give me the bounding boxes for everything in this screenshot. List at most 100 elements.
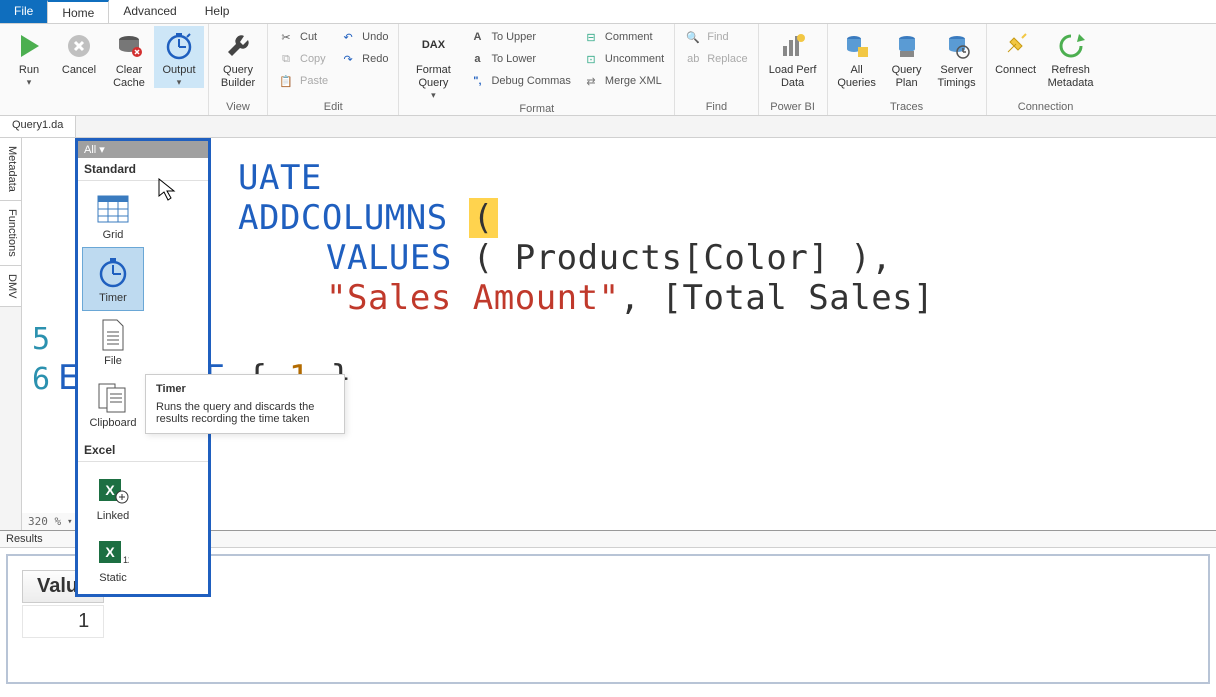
menu-help[interactable]: Help <box>191 0 244 23</box>
run-button[interactable]: Run ▾ <box>4 26 54 88</box>
menu-bar: File Home Advanced Help <box>0 0 1216 24</box>
editor-tab-query1[interactable]: Query1.da <box>0 116 76 137</box>
query-builder-button[interactable]: Query Builder <box>213 26 263 90</box>
comment-button[interactable]: ⊟Comment <box>577 26 670 48</box>
code-token: "Sales Amount" <box>326 278 620 318</box>
undo-button[interactable]: ↶Undo <box>334 26 394 48</box>
comma-icon: "‚ <box>469 73 485 89</box>
replace-icon: ab <box>685 51 701 67</box>
side-tab-functions[interactable]: Functions <box>0 201 21 266</box>
excel-static-icon: X 123 <box>95 534 131 570</box>
to-upper-button[interactable]: ATo Upper <box>463 26 576 48</box>
paste-button[interactable]: 📋Paste <box>272 70 334 92</box>
cut-icon: ✂ <box>278 29 294 45</box>
menu-file[interactable]: File <box>0 0 47 23</box>
zoom-dropdown-icon[interactable]: ▾ <box>67 517 72 527</box>
ribbon-group-edit: ✂Cut ⧉Copy 📋Paste ↶Undo ↷Redo Edit <box>268 24 399 115</box>
results-cell[interactable]: 1 <box>22 605 104 638</box>
dropdown-item-grid[interactable]: Grid <box>82 185 144 247</box>
all-queries-button[interactable]: All Queries <box>832 26 882 90</box>
merge-xml-button[interactable]: ⇄Merge XML <box>577 70 670 92</box>
dropdown-item-static[interactable]: X123 Static <box>82 528 144 590</box>
query-plan-label: Query Plan <box>892 64 922 90</box>
dropdown-item-timer[interactable]: Timer <box>82 247 144 311</box>
redo-button[interactable]: ↷Redo <box>334 48 394 70</box>
dropdown-item-clipboard[interactable]: Clipboard <box>82 373 144 435</box>
dropdown-section-excel: Excel <box>78 439 208 462</box>
output-dropdown-panel: All ▾ Standard Grid Timer File Clipboard… <box>75 138 211 597</box>
find-button[interactable]: 🔍Find <box>679 26 753 48</box>
ribbon-group-powerbi: Load Perf Data Power BI <box>759 24 828 115</box>
ribbon: Run ▾ Cancel Clear Cache Output <box>0 24 1216 116</box>
upper-icon: A <box>469 29 485 45</box>
clear-cache-label: Clear Cache <box>113 64 145 90</box>
connect-icon <box>1000 30 1032 62</box>
wrench-icon <box>222 30 254 62</box>
line-number: 5 <box>22 322 58 357</box>
dropdown-all-header[interactable]: All ▾ <box>78 141 208 158</box>
grid-icon <box>95 191 131 227</box>
all-queries-label: All Queries <box>837 64 876 90</box>
connection-group-label: Connection <box>991 99 1101 115</box>
highlighted-paren: ( <box>469 198 498 238</box>
svg-text:123: 123 <box>123 555 129 565</box>
ribbon-group-run: Run ▾ Cancel Clear Cache Output <box>0 24 209 115</box>
menu-home[interactable]: Home <box>47 0 109 23</box>
dropdown-item-file[interactable]: File <box>82 311 144 373</box>
side-tab-dmv[interactable]: DMV <box>0 266 21 307</box>
svg-text:X: X <box>105 544 115 560</box>
merge-icon: ⇄ <box>583 73 599 89</box>
dax-icon: DAX <box>417 30 449 62</box>
format-query-button[interactable]: DAX Format Query ▾ <box>403 26 463 101</box>
clear-cache-button[interactable]: Clear Cache <box>104 26 154 90</box>
lower-icon: a <box>469 51 485 67</box>
side-tab-metadata[interactable]: Metadata <box>0 138 21 201</box>
clear-cache-icon <box>113 30 145 62</box>
tooltip-title: Timer <box>156 383 334 395</box>
output-button[interactable]: Output ▾ <box>154 26 204 88</box>
connect-button[interactable]: Connect <box>991 26 1041 77</box>
find-group-label: Find <box>679 99 753 115</box>
uncomment-button[interactable]: ⊡Uncomment <box>577 48 670 70</box>
run-label: Run <box>19 64 39 77</box>
code-token: ( Products[Color] ), <box>452 238 892 278</box>
to-lower-button[interactable]: aTo Lower <box>463 48 576 70</box>
debug-commas-button[interactable]: "‚Debug Commas <box>463 70 576 92</box>
ribbon-group-format: DAX Format Query ▾ ATo Upper aTo Lower "… <box>399 24 675 115</box>
ribbon-group-find: 🔍Find abReplace Find <box>675 24 758 115</box>
load-perf-button[interactable]: Load Perf Data <box>763 26 823 90</box>
refresh-meta-label: Refresh Metadata <box>1048 64 1094 90</box>
output-label: Output <box>162 64 195 77</box>
menu-advanced[interactable]: Advanced <box>109 0 190 23</box>
refresh-icon <box>1055 30 1087 62</box>
dropdown-item-linked[interactable]: X Linked <box>82 466 144 528</box>
cancel-label: Cancel <box>62 64 96 77</box>
server-timings-icon <box>941 30 973 62</box>
zoom-value: 320 % <box>28 515 61 528</box>
perf-icon <box>777 30 809 62</box>
dropdown-section-standard: Standard <box>78 158 208 181</box>
all-queries-icon <box>841 30 873 62</box>
query-builder-label: Query Builder <box>221 64 255 90</box>
line-number: 6 <box>22 362 58 397</box>
excel-linked-icon: X <box>95 472 131 508</box>
load-perf-label: Load Perf Data <box>769 64 817 90</box>
server-timings-button[interactable]: Server Timings <box>932 26 982 90</box>
undo-icon: ↶ <box>340 29 356 45</box>
refresh-metadata-button[interactable]: Refresh Metadata <box>1041 26 1101 90</box>
editor-tabstrip: Query1.da <box>0 116 1216 138</box>
tooltip-body: Runs the query and discards the results … <box>156 401 334 425</box>
svg-text:X: X <box>105 482 115 498</box>
find-icon: 🔍 <box>685 29 701 45</box>
copy-button[interactable]: ⧉Copy <box>272 48 334 70</box>
server-timings-label: Server Timings <box>938 64 976 90</box>
format-group-label: Format <box>403 101 670 117</box>
query-plan-button[interactable]: Query Plan <box>882 26 932 90</box>
format-query-label: Format Query <box>416 64 451 90</box>
powerbi-group-label: Power BI <box>763 99 823 115</box>
connect-label: Connect <box>995 64 1036 77</box>
timer-icon <box>95 254 131 290</box>
cancel-button[interactable]: Cancel <box>54 26 104 77</box>
cut-button[interactable]: ✂Cut <box>272 26 334 48</box>
replace-button[interactable]: abReplace <box>679 48 753 70</box>
